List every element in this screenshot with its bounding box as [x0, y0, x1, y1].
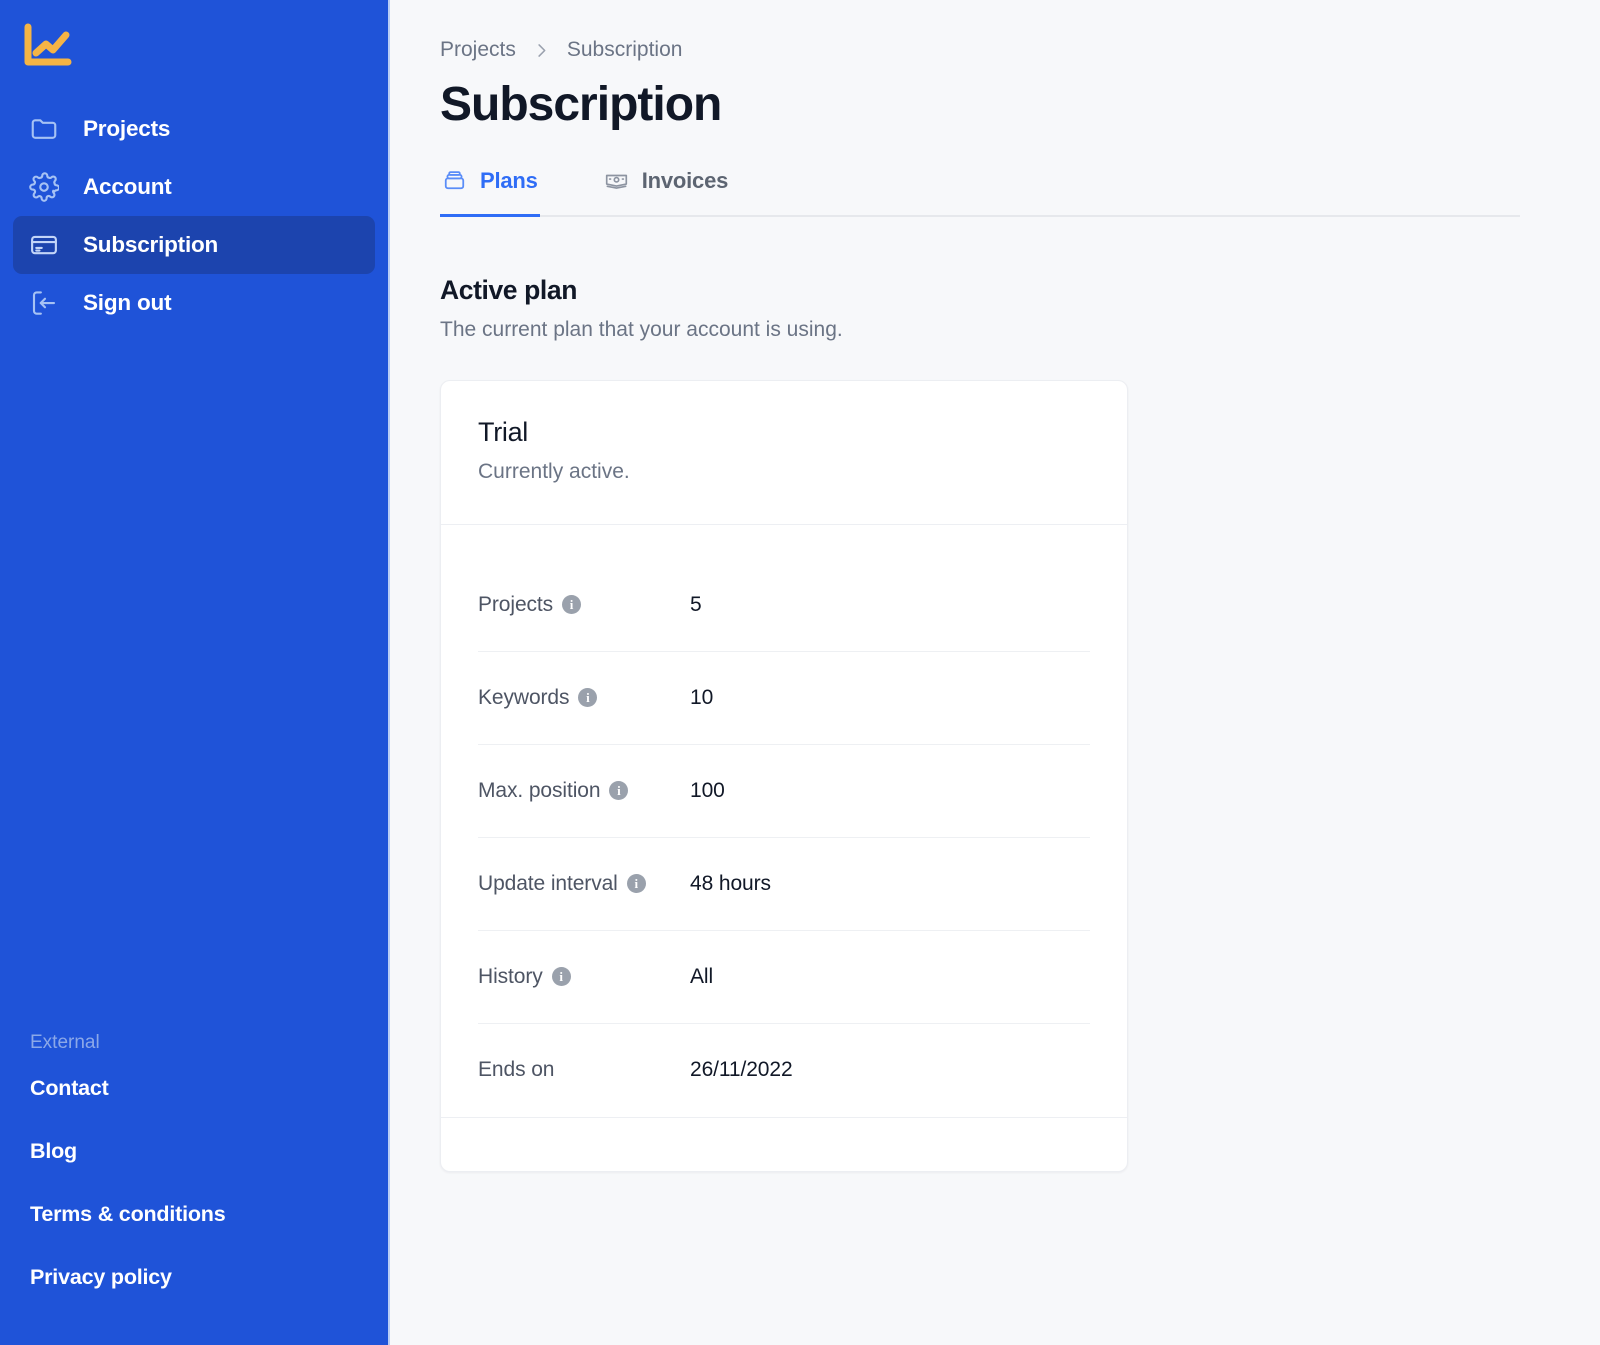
logo[interactable]	[0, 0, 388, 78]
gear-icon	[27, 172, 61, 202]
sidebar-link-blog[interactable]: Blog	[0, 1139, 388, 1164]
breadcrumb-item-subscription: Subscription	[566, 38, 683, 61]
section-subtitle: The current plan that your account is us…	[440, 317, 843, 341]
spec-label-wrap: Max. position i	[478, 779, 690, 803]
spec-value: 100	[690, 778, 725, 802]
sidebar-link-privacy[interactable]: Privacy policy	[0, 1265, 388, 1290]
sidebar-item-label: Projects	[83, 116, 171, 141]
line-chart-logo-icon	[22, 22, 388, 75]
spec-label: Keywords	[478, 685, 570, 709]
plan-name: Trial	[478, 416, 528, 447]
plan-specs-list: Projects i 5 Keywords i 10 Max. position	[441, 525, 1127, 1117]
archive-box-icon	[442, 168, 467, 193]
spec-row: Ends on 26/11/2022	[478, 1024, 1090, 1117]
spec-label: Ends on	[478, 1058, 555, 1082]
spec-value: All	[690, 964, 714, 988]
spec-label-wrap: Ends on	[478, 1058, 690, 1082]
sidebar-link-terms[interactable]: Terms & conditions	[0, 1202, 388, 1227]
spec-label-wrap: Projects i	[478, 593, 690, 617]
spec-label-wrap: History i	[478, 965, 690, 989]
tab-bar: Plans Invoices	[440, 164, 1520, 217]
spec-row: Max. position i 100	[478, 745, 1090, 838]
banknote-icon	[604, 168, 629, 193]
sign-out-icon	[27, 288, 61, 318]
section-title: Active plan	[440, 274, 577, 305]
spec-value: 26/11/2022	[690, 1058, 793, 1082]
info-icon[interactable]: i	[562, 595, 582, 615]
sidebar-nav: Projects Account Subscription Sign out	[0, 100, 388, 332]
sidebar-item-label: Subscription	[83, 232, 219, 257]
spec-value: 10	[690, 685, 714, 709]
breadcrumb: Projects Subscription	[440, 34, 1520, 66]
sidebar-item-label: Account	[83, 174, 172, 199]
sidebar-external-heading: External	[30, 1032, 100, 1053]
main-content: Projects Subscription Subscription Plans	[390, 0, 1600, 1345]
credit-card-icon	[27, 230, 61, 260]
spec-value: 5	[690, 592, 702, 616]
page-title: Subscription	[440, 78, 722, 131]
sidebar: Projects Account Subscription Sign out E…	[0, 0, 390, 1345]
spec-label-wrap: Keywords i	[478, 686, 690, 710]
breadcrumb-item-projects[interactable]: Projects	[440, 38, 516, 62]
spec-label: Max. position	[478, 778, 601, 802]
sidebar-item-account[interactable]: Account	[13, 158, 375, 216]
tab-label: Invoices	[641, 167, 729, 193]
spec-label-wrap: Update interval i	[478, 872, 690, 896]
sidebar-external-section: External Contact Blog Terms & conditions…	[0, 1032, 388, 1345]
spec-row: Update interval i 48 hours	[478, 838, 1090, 931]
plan-card-header: Trial Currently active.	[441, 381, 1127, 525]
spec-label: History	[478, 964, 543, 988]
info-icon[interactable]: i	[578, 688, 598, 708]
app-root: Projects Account Subscription Sign out E…	[0, 0, 1600, 1345]
spec-value: 48 hours	[690, 871, 771, 895]
tab-plans[interactable]: Plans	[440, 164, 540, 217]
spec-row: Keywords i 10	[478, 652, 1090, 745]
tab-invoices[interactable]: Invoices	[602, 164, 730, 217]
plan-card-footer	[441, 1116, 1127, 1171]
spec-row: History i All	[478, 931, 1090, 1024]
spec-label: Projects	[478, 592, 554, 616]
sidebar-item-subscription[interactable]: Subscription	[13, 216, 375, 274]
sidebar-item-label: Sign out	[83, 290, 172, 315]
sidebar-item-sign-out[interactable]: Sign out	[13, 274, 375, 332]
folder-icon	[27, 114, 61, 144]
active-plan-card: Trial Currently active. Projects i 5 Key…	[440, 379, 1128, 1172]
tab-label: Plans	[480, 167, 538, 193]
sidebar-link-contact[interactable]: Contact	[0, 1076, 388, 1101]
info-icon[interactable]: i	[551, 967, 571, 987]
info-icon[interactable]: i	[609, 781, 629, 801]
chevron-right-icon	[532, 41, 551, 60]
spec-label: Update interval	[478, 871, 618, 895]
spec-row: Projects i 5	[478, 559, 1090, 652]
plan-status: Currently active.	[478, 459, 630, 483]
info-icon[interactable]: i	[626, 874, 646, 894]
sidebar-item-projects[interactable]: Projects	[13, 100, 375, 158]
